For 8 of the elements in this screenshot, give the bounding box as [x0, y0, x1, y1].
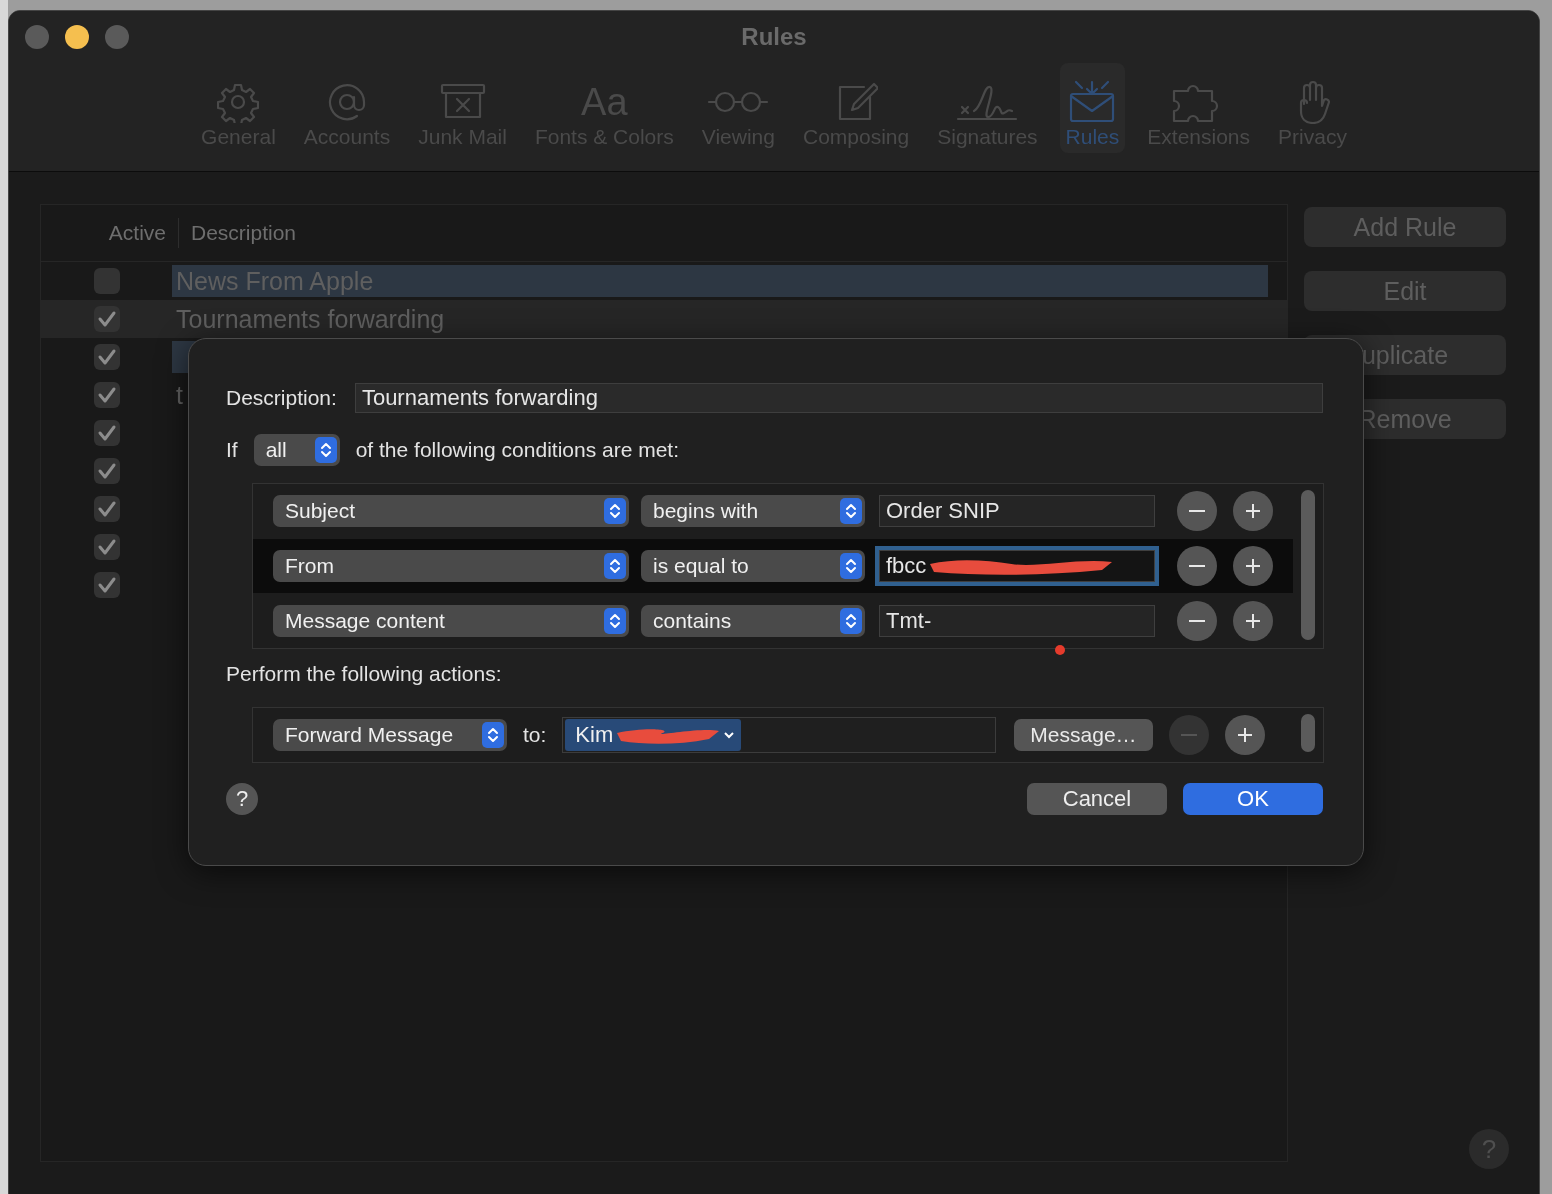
if-label: If — [226, 438, 238, 462]
rule-name: Tournaments forwarding — [175, 304, 446, 335]
window-title: Rules — [741, 23, 807, 51]
to-label: to: — [523, 723, 547, 747]
description-label: Description: — [226, 386, 337, 410]
rule-name: t — [175, 380, 184, 411]
actions-label: Perform the following actions: — [226, 662, 502, 686]
conditions-label: of the following conditions are met: — [355, 438, 680, 462]
